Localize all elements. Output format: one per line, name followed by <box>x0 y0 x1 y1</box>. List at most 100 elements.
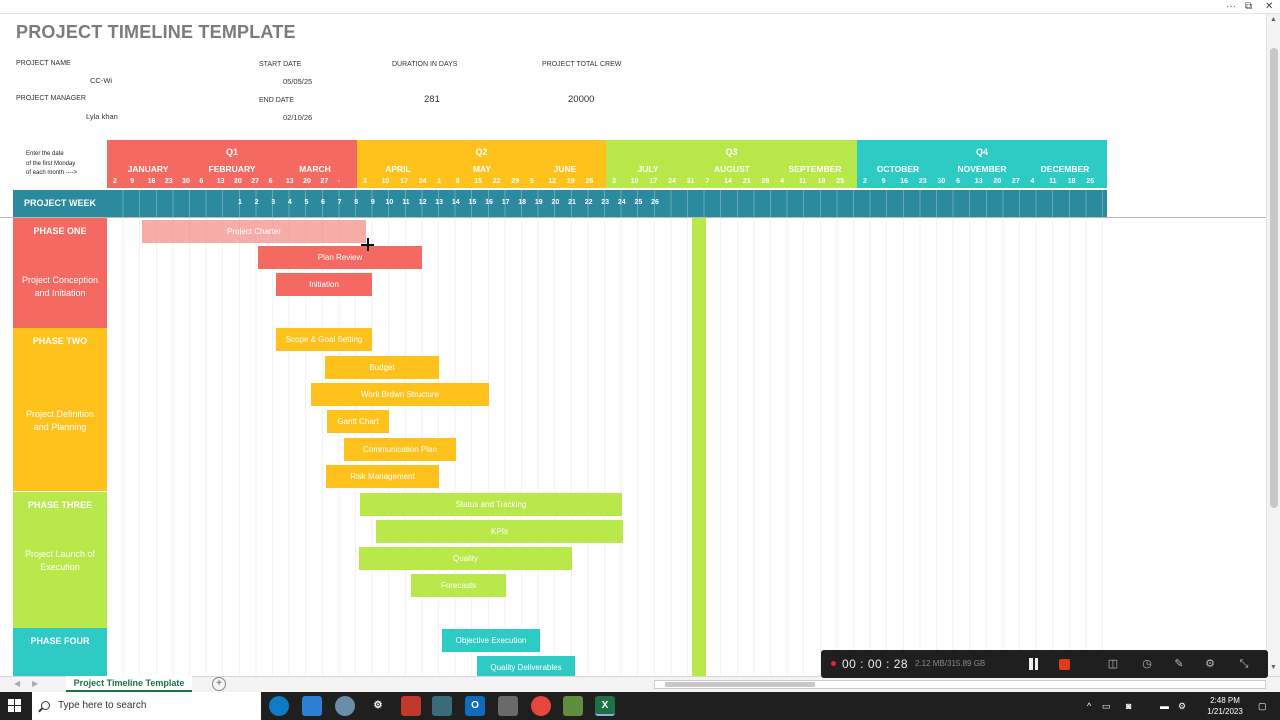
vertical-scroll-thumb[interactable] <box>1270 48 1278 508</box>
phase-block[interactable]: PHASE ONE Project Conception and Initiatio… <box>13 218 107 328</box>
task-bar[interactable]: Initiation <box>276 273 372 296</box>
project-name-value[interactable]: CC-Wi <box>90 76 112 85</box>
day-label: 7 <box>705 178 710 185</box>
task-bar[interactable]: Risk Management <box>326 465 439 488</box>
more-options-icon[interactable]: ··· <box>1226 0 1236 13</box>
crew-value[interactable]: 20000 <box>568 94 594 105</box>
settings-icon[interactable]: ⚙ <box>1202 656 1218 672</box>
tab-project-timeline-template[interactable]: Project Timeline Template <box>66 676 192 692</box>
tray-network-icon[interactable]: ▭ <box>1102 692 1111 720</box>
quarter-1[interactable]: Q1 JANUARY FEBRUARY MARCH 2 9 16 23 30 6 13 20 27 6 13… <box>107 140 357 188</box>
task-bar[interactable]: Budget <box>325 356 439 379</box>
day-label: 23 <box>164 178 173 185</box>
task-bar[interactable]: KPIs <box>376 520 623 543</box>
pause-icon[interactable] <box>1028 658 1039 670</box>
task-bar[interactable]: Work Brdwn Structure <box>311 383 489 406</box>
day-label: 8 <box>455 178 460 185</box>
timeline-grid[interactable] <box>107 218 1107 676</box>
notification-icon[interactable]: ▢ <box>1258 692 1267 720</box>
tab-prev-icon[interactable]: ◀ <box>14 679 20 688</box>
task-bar[interactable]: Quality Deliverables <box>477 656 575 676</box>
month-label: JUNE <box>553 164 577 174</box>
outlook-icon[interactable]: O <box>465 696 485 716</box>
tab-next-icon[interactable]: ▶ <box>32 679 38 688</box>
task-bar[interactable]: Scope & Goal Setting <box>276 328 372 351</box>
day-label: 28 <box>761 178 770 185</box>
day-label: 18 <box>1067 178 1076 185</box>
camera-icon[interactable]: ◫ <box>1105 656 1121 672</box>
day-label: 22 <box>492 178 501 185</box>
vpn-app-icon[interactable] <box>432 696 452 716</box>
day-label: 3 <box>612 178 616 185</box>
task-bar[interactable]: Quality <box>359 547 572 570</box>
quarter-2[interactable]: Q2 APRIL MAY JUNE 3 10 17 24 1 8 15 22 29 5 12 19 26 <box>357 140 606 188</box>
vertical-scrollbar[interactable]: ▲ ▼ <box>1266 14 1280 676</box>
duration-label[interactable]: DURATION IN DAYS <box>392 61 457 68</box>
tray-display-icon[interactable]: ▬ <box>1160 692 1169 720</box>
stop-icon[interactable] <box>1059 659 1070 670</box>
horizontal-scrollbar[interactable] <box>654 680 1266 689</box>
chrome-icon[interactable] <box>531 696 551 716</box>
task-bar[interactable]: Plan Review <box>258 246 422 269</box>
start-date-label[interactable]: START DATE <box>259 61 301 68</box>
day-label: 24 <box>418 178 427 185</box>
tray-settings-icon[interactable]: ⚙ <box>1178 692 1186 720</box>
taskbar-clock[interactable]: 2:48 PM 1/21/2023 <box>1200 695 1250 717</box>
sheet-title[interactable]: PROJECT TIMELINE TEMPLATE <box>16 22 296 43</box>
minimize-recorder-icon[interactable]: ⤡ <box>1236 656 1252 672</box>
month-label: APRIL <box>385 164 411 174</box>
phase-block[interactable]: PHASE THREE Project Launch of Execution <box>13 492 107 628</box>
task-bar[interactable]: Forecasts <box>411 574 506 597</box>
settings-app-icon[interactable]: ⚙ <box>368 696 388 716</box>
project-manager-label[interactable]: PROJECT MANAGER <box>16 95 86 102</box>
end-date-label[interactable]: END DATE <box>259 97 294 104</box>
draw-icon[interactable]: ✎ <box>1171 656 1187 672</box>
tray-camera-icon[interactable]: ◙ <box>1126 692 1131 720</box>
timer-icon[interactable]: ◷ <box>1139 656 1155 672</box>
task-bar[interactable]: Project Charter <box>142 220 366 243</box>
phase-block[interactable]: PHASE FOUR <box>13 628 107 676</box>
project-name-label[interactable]: PROJECT NAME <box>16 60 71 67</box>
week-number: 8 <box>354 199 359 206</box>
excel-icon[interactable]: X <box>595 696 615 716</box>
quarter-3[interactable]: Q3 JULY AUGUST SEPTEMBER 3 10 17 24 31 7 14 21 28 4 11… <box>606 140 857 188</box>
quarter-label: Q4 <box>975 147 988 157</box>
task-bar[interactable]: Communication Plan <box>344 438 456 461</box>
date-entry-note[interactable]: Enter the date of the first Monday of ea… <box>26 150 106 179</box>
close-window-icon[interactable]: ✕ <box>1265 0 1273 13</box>
store-icon[interactable] <box>302 696 322 716</box>
taskbar-search-input[interactable]: Type here to search <box>32 692 261 720</box>
crew-label[interactable]: PROJECT TOTAL CREW <box>542 61 621 68</box>
task-bar[interactable]: Status and Tracking <box>360 493 622 516</box>
tray-chevron-icon[interactable]: ^ <box>1087 692 1091 720</box>
sheet-tab-bar: ◀ ▶ Project Timeline Template + <box>0 676 1280 692</box>
browser-icon[interactable] <box>335 696 355 716</box>
end-date-value[interactable]: 02/10/26 <box>283 113 312 122</box>
horizontal-scroll-thumb[interactable] <box>665 682 815 687</box>
media-app-icon[interactable] <box>401 696 421 716</box>
add-sheet-button[interactable]: + <box>212 677 226 691</box>
quarter-4[interactable]: Q4 OCTOBER NOVEMBER DECEMBER 2 9 16 23 30 6 13 20 27… <box>857 140 1107 188</box>
task-bar[interactable]: Gantt Chart <box>327 410 389 433</box>
project-manager-value[interactable]: Lyla khan <box>86 112 118 121</box>
week-number: 12 <box>418 199 427 206</box>
scroll-down-icon[interactable]: ▼ <box>1270 664 1277 671</box>
spreadsheet-grid[interactable]: PROJECT TIMELINE TEMPLATE PROJECT NAME C… <box>0 14 1266 676</box>
month-label: OCTOBER <box>876 164 920 174</box>
project-week-row[interactable]: PROJECT WEEK 1 2 3 4 5 6 7 8 9 10 11 12 13 14 15 16 17 18… <box>13 190 1107 217</box>
task-bar[interactable]: Objective Execution <box>442 629 540 652</box>
scroll-up-icon[interactable]: ▲ <box>1270 16 1277 23</box>
windows-start-icon[interactable] <box>8 699 22 713</box>
day-label: 4 <box>1030 178 1035 185</box>
duration-value[interactable]: 281 <box>424 94 440 105</box>
week-number: 4 <box>287 199 292 206</box>
start-date-value[interactable]: 05/05/25 <box>283 77 312 86</box>
edge-icon[interactable] <box>269 696 289 716</box>
phase-description: Project Launch of Execution <box>13 548 107 574</box>
restore-window-icon[interactable]: ⧉ <box>1245 0 1252 13</box>
phase-block[interactable]: PHASE TWO Project Definition and Planning <box>13 328 107 491</box>
notepad-app-icon[interactable] <box>563 696 583 716</box>
day-label: 23 <box>918 178 927 185</box>
files-app-icon[interactable] <box>498 696 518 716</box>
quarter-label: Q1 <box>225 147 238 157</box>
